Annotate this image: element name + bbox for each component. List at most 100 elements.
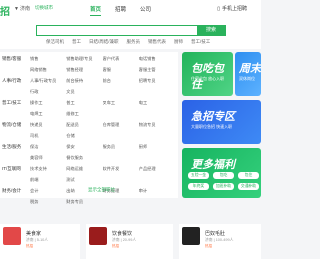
job-link[interactable]: 保洁	[30, 144, 66, 150]
company-logo	[3, 227, 21, 245]
job-link[interactable]: 前台接待	[66, 78, 102, 84]
job-link[interactable]: 软件开发	[103, 166, 139, 172]
category-name[interactable]: 财务/会计	[2, 188, 21, 194]
show-all-categories-link[interactable]: 显示全部职位	[88, 187, 115, 193]
hot-word[interactable]: 日结/周结/兼职	[89, 39, 119, 45]
job-category-panel: 销售/客服 销售 销售助理/专员 客户代表 电话销售 网络销售 销售经理 客服 …	[0, 52, 178, 204]
job-link[interactable]: 配送员	[66, 122, 102, 128]
job-link[interactable]: 餐饮服务	[66, 155, 102, 161]
job-link[interactable]: 叉车工	[103, 100, 139, 106]
banner-title: 急招专区	[191, 111, 235, 123]
hot-words: 保洁司机 普工 日结/周结/兼职 服务员 销售代表 厨师 普工/技工	[46, 39, 210, 45]
category-links: 人事/行政专员 前台接待 前台 招聘专员 行政 文员	[30, 78, 175, 95]
search-button[interactable]: 搜索	[197, 26, 225, 35]
job-link[interactable]: 美容师	[30, 155, 66, 161]
job-link[interactable]: 服务员	[103, 144, 139, 150]
job-link[interactable]: 销售经理	[66, 67, 102, 73]
category-links: 保洁 保安 服务员 厨师 美容师 餐饮服务	[30, 144, 175, 161]
site-logo[interactable]: 招	[0, 3, 10, 18]
banner-subtitle: 住宿全包 放心入职	[191, 76, 225, 81]
company-tag: 热招	[112, 244, 119, 248]
mobile-app-link[interactable]: ▯ 手机上招聘	[217, 5, 247, 13]
company-card[interactable]: 巴奴毛肚 济南 | 100-499人 热招	[179, 224, 261, 259]
job-link[interactable]: 文员	[66, 89, 102, 95]
banner-urgent-hiring[interactable]: 急招专区 大量职位急招 快速入职	[182, 100, 261, 144]
hot-word[interactable]: 厨师	[174, 39, 183, 45]
hot-word[interactable]: 普工	[72, 39, 81, 45]
main-nav: 首页 招聘 公司	[90, 5, 151, 16]
category-links: 销售 销售助理/专员 客户代表 电话销售 网络销售 销售经理 客服 客服主管	[30, 56, 175, 73]
job-link[interactable]: 厨师	[139, 144, 175, 150]
job-link[interactable]: 电话销售	[139, 56, 175, 62]
company-tag: 热招	[205, 244, 212, 248]
benefit-pill[interactable]: 加班补助	[213, 183, 234, 190]
job-link[interactable]: 人事/行政专员	[30, 78, 66, 84]
company-logo	[89, 227, 107, 245]
category-links: 快递员 配送员 仓库管理 物流专员 司机 仓储	[30, 122, 175, 139]
job-link[interactable]: 技术支持	[30, 166, 66, 172]
hot-word[interactable]: 保洁司机	[46, 39, 64, 45]
category-name[interactable]: 物流/仓储	[2, 122, 21, 128]
job-link[interactable]: 仓库管理	[103, 122, 139, 128]
category-name[interactable]: 人事/行政	[2, 78, 21, 84]
banner-weekend[interactable]: 周末 双休岗位	[235, 52, 261, 96]
job-link[interactable]: 电工	[139, 100, 175, 106]
job-link[interactable]: 维修工	[66, 111, 102, 117]
job-link[interactable]: 财务专员	[66, 199, 102, 205]
company-tag: 热招	[26, 244, 33, 248]
benefit-pill[interactable]: 五险一金	[188, 172, 209, 179]
job-link[interactable]: 电焊工	[30, 111, 66, 117]
switch-city-link[interactable]: 切换城市	[35, 5, 53, 11]
category-row: 人事/行政 人事/行政专员 前台接待 前台 招聘专员 行政 文员	[0, 76, 178, 96]
company-name: 饮食餐饮	[112, 231, 133, 237]
banner-food-lodging[interactable]: 包吃包住 住宿全包 放心入职	[182, 52, 233, 96]
benefit-pills: 五险一金 包吃 包住 年终奖 加班补助 交通补助	[188, 172, 259, 190]
job-link[interactable]: 销售助理/专员	[66, 56, 102, 62]
job-link[interactable]: 保安	[66, 144, 102, 150]
job-link[interactable]: 客户代表	[103, 56, 139, 62]
benefit-pill[interactable]: 包吃	[213, 172, 234, 179]
category-name[interactable]: 生活/服务	[2, 144, 21, 150]
job-link[interactable]: 测试	[66, 177, 102, 183]
job-link[interactable]: 快递员	[30, 122, 66, 128]
category-name[interactable]: IT/互联网	[2, 166, 21, 172]
hot-word[interactable]: 服务员	[127, 39, 141, 45]
hot-word[interactable]: 普工/技工	[191, 39, 210, 45]
banner-subtitle: 双休岗位	[239, 76, 255, 81]
benefit-pill[interactable]: 交通补助	[238, 183, 259, 190]
job-link[interactable]: 客服主管	[139, 67, 175, 73]
category-name[interactable]: 普工/技工	[2, 100, 21, 106]
benefit-pill[interactable]: 包住	[238, 172, 259, 179]
benefit-pill[interactable]: 年终奖	[188, 183, 209, 190]
job-link[interactable]: 税务	[30, 199, 66, 205]
banner-more-benefits[interactable]: 更多福利 五险一金 包吃 包住 年终奖 加班补助 交通补助	[182, 148, 261, 198]
nav-jobs[interactable]: 招聘	[115, 5, 126, 16]
banner-title: 更多福利	[191, 159, 235, 171]
job-link[interactable]: 产品经理	[139, 166, 175, 172]
job-link[interactable]: 会计	[30, 188, 66, 194]
company-logo	[182, 227, 200, 245]
job-link[interactable]: 物流专员	[139, 122, 175, 128]
job-link[interactable]: 招聘专员	[139, 78, 175, 84]
banner-title: 周末	[239, 63, 261, 75]
company-card[interactable]: 美食家 济南 | 5-10人 热招	[0, 224, 80, 259]
job-link[interactable]: 司机	[30, 133, 66, 139]
job-link[interactable]: 前端	[30, 177, 66, 183]
job-link[interactable]: 审计	[139, 188, 175, 194]
job-link[interactable]: 普工	[66, 100, 102, 106]
city-selector[interactable]: ▼ 济南	[14, 5, 30, 13]
job-link[interactable]: 销售	[30, 56, 66, 62]
category-name[interactable]: 销售/客服	[2, 56, 21, 62]
nav-home[interactable]: 首页	[90, 5, 102, 16]
job-link[interactable]: 网络运维	[66, 166, 102, 172]
job-link[interactable]: 客服	[103, 67, 139, 73]
nav-company[interactable]: 公司	[140, 5, 151, 16]
company-card[interactable]: 饮食餐饮 济南 | 20-99人 热招	[86, 224, 173, 259]
hot-word[interactable]: 销售代表	[148, 39, 166, 45]
job-link[interactable]: 操作工	[30, 100, 66, 106]
phone-icon: ▯	[217, 5, 220, 12]
job-link[interactable]: 前台	[103, 78, 139, 84]
job-link[interactable]: 行政	[30, 89, 66, 95]
job-link[interactable]: 仓储	[66, 133, 102, 139]
job-link[interactable]: 网络销售	[30, 67, 66, 73]
